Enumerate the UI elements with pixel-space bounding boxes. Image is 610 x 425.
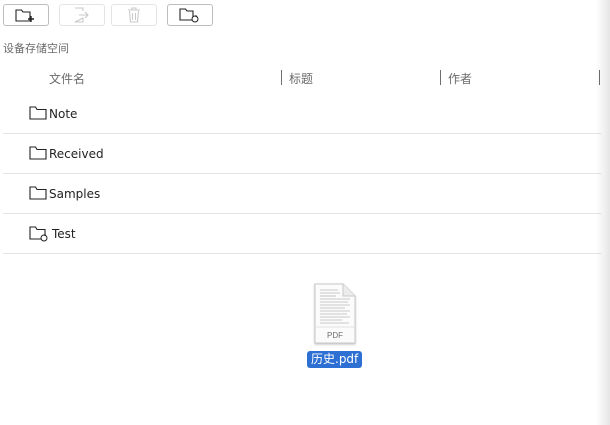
title-column-header[interactable]: 标题	[289, 70, 313, 87]
delete-button[interactable]	[111, 4, 157, 26]
column-resize-handle[interactable]	[281, 70, 282, 85]
folder-icon	[29, 106, 47, 120]
folder-name: Test	[52, 227, 76, 241]
folder-row-note[interactable]: Note	[3, 94, 601, 134]
toolbar	[0, 0, 610, 32]
sync-folder-button[interactable]	[167, 4, 213, 26]
folder-name: Samples	[49, 187, 101, 201]
folder-icon	[29, 146, 47, 160]
sync-folder-icon	[29, 226, 48, 242]
folder-icon	[29, 186, 47, 200]
trash-icon	[128, 7, 140, 23]
folder-row-received[interactable]: Received	[3, 134, 601, 174]
pdf-document-icon: PDF	[314, 283, 356, 344]
new-folder-button[interactable]	[3, 4, 49, 26]
column-resize-handle[interactable]	[440, 70, 441, 85]
pdf-type-label: PDF	[327, 331, 343, 340]
folder-sync-icon	[179, 8, 199, 23]
column-header: 文件名 标题 作者	[0, 68, 610, 88]
filename-column-header[interactable]: 文件名	[49, 70, 85, 87]
panel-edge-shadow	[596, 0, 610, 425]
author-column-header[interactable]: 作者	[448, 70, 472, 87]
folder-row-test[interactable]: Test	[3, 214, 601, 254]
folder-name: Note	[49, 107, 78, 121]
export-icon	[74, 7, 89, 23]
new-folder-icon	[15, 9, 34, 22]
folder-name: Received	[49, 147, 104, 161]
device-storage-label: 设备存储空间	[3, 42, 69, 55]
folder-row-samples[interactable]: Samples	[3, 174, 601, 214]
file-name-label: 历史.pdf	[307, 351, 363, 368]
export-button[interactable]	[59, 4, 105, 26]
